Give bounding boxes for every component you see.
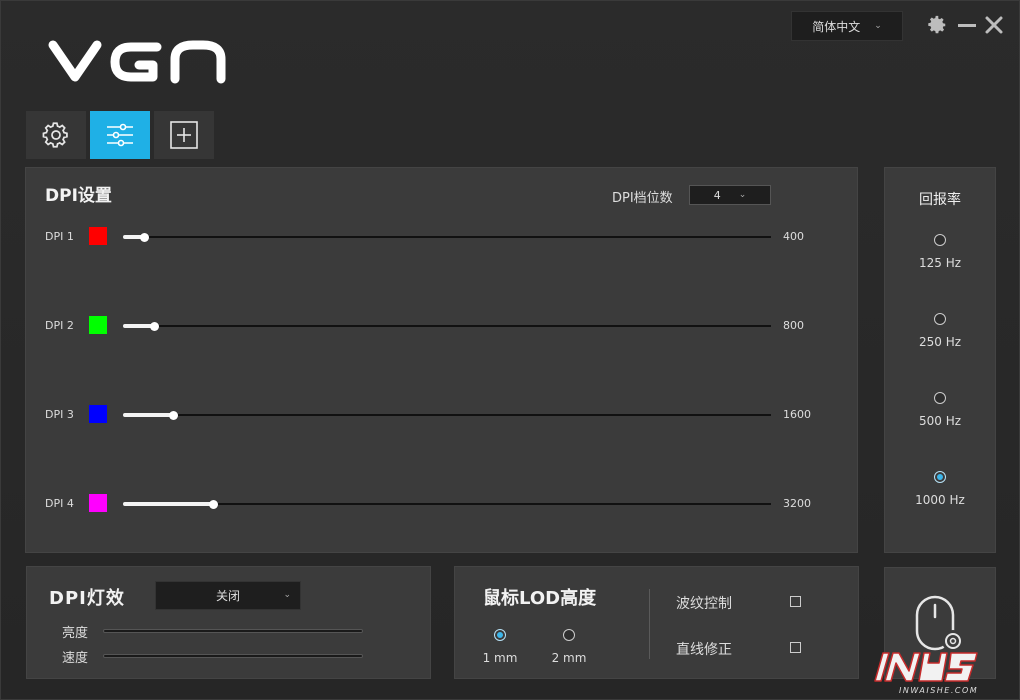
brightness-slider[interactable]	[103, 629, 363, 633]
radio-button[interactable]	[934, 313, 946, 325]
dpi-label: DPI 4	[45, 497, 74, 510]
chevron-down-icon: ⌄	[283, 590, 291, 600]
polling-rate-label: 500 Hz	[918, 414, 962, 428]
dpi-slider-thumb[interactable]	[209, 500, 218, 509]
dpi-value: 800	[783, 319, 804, 332]
tab-performance[interactable]	[90, 111, 150, 159]
dpi-row: DPI 1 400	[45, 227, 825, 247]
angle-snap-label: 直线修正	[676, 642, 732, 658]
dpi-count-label: DPI档位数	[612, 191, 673, 206]
polling-rate-label: 250 Hz	[918, 335, 962, 349]
polling-rate-title: 回报率	[919, 192, 961, 208]
dpi-row: DPI 3 1600	[45, 405, 825, 425]
dpi-row: DPI 4 3200	[45, 494, 825, 514]
dpi-slider-thumb[interactable]	[140, 233, 149, 242]
dpi-color-swatch[interactable]	[89, 316, 107, 334]
app-window: 简体中文 ⌄ DPI设置 DPI档位数 4 ⌄ DPI 1 400 DPI 2 …	[0, 0, 1020, 700]
tab-general-settings[interactable]	[26, 111, 86, 159]
lod-option[interactable]: 2 mm	[547, 629, 591, 666]
polling-rate-label: 125 Hz	[918, 256, 962, 270]
polling-rate-option[interactable]: 1000 Hz	[885, 471, 995, 508]
dpi-color-swatch[interactable]	[89, 227, 107, 245]
divider	[649, 589, 650, 659]
dpi-slider[interactable]	[123, 411, 771, 420]
radio-button[interactable]	[934, 471, 946, 483]
dpi-title: DPI设置	[45, 186, 112, 206]
dpi-value: 3200	[783, 497, 811, 510]
minimize-icon[interactable]	[955, 13, 979, 37]
sliders-icon	[107, 123, 133, 147]
light-effect-select[interactable]: 关闭 ⌄	[155, 581, 301, 610]
site-watermark: INWAISHE.COM	[874, 652, 978, 695]
tab-macro[interactable]	[154, 111, 214, 159]
vgn-logo	[48, 40, 226, 84]
polling-rate-option[interactable]: 125 Hz	[885, 234, 995, 271]
lod-option-label: 1 mm	[482, 651, 518, 665]
polling-rate-option[interactable]: 250 Hz	[885, 313, 995, 350]
radio-button[interactable]	[934, 392, 946, 404]
dpi-value: 400	[783, 230, 804, 243]
polling-rate-option[interactable]: 500 Hz	[885, 392, 995, 429]
dpi-slider[interactable]	[123, 500, 771, 509]
dpi-slider-thumb[interactable]	[150, 322, 159, 331]
dpi-row: DPI 2 800	[45, 316, 825, 336]
dpi-count-select[interactable]: 4 ⌄	[689, 185, 771, 205]
dpi-light-title: DPI灯效	[49, 588, 125, 609]
dpi-label: DPI 3	[45, 408, 74, 421]
radio-button[interactable]	[563, 629, 575, 641]
dpi-slider[interactable]	[123, 322, 771, 331]
radio-button[interactable]	[494, 629, 506, 641]
dpi-label: DPI 1	[45, 230, 74, 243]
chevron-down-icon: ⌄	[738, 190, 747, 200]
speed-label: 速度	[62, 651, 89, 666]
angle-snap-checkbox[interactable]	[790, 642, 801, 653]
light-effect-value: 关闭	[215, 589, 240, 603]
ripple-control-checkbox[interactable]	[790, 596, 801, 607]
watermark-text: INWAISHE.COM	[899, 686, 978, 695]
dpi-slider[interactable]	[123, 233, 771, 242]
dpi-color-swatch[interactable]	[89, 405, 107, 423]
lod-title: 鼠标LOD高度	[483, 588, 597, 609]
language-select[interactable]: 简体中文 ⌄	[791, 11, 903, 41]
chevron-down-icon: ⌄	[874, 21, 882, 31]
dpi-label: DPI 2	[45, 319, 74, 332]
lod-option[interactable]: 1 mm	[478, 629, 522, 666]
gear-icon	[42, 122, 68, 148]
dpi-value: 1600	[783, 408, 811, 421]
dpi-count-value: 4	[713, 188, 721, 202]
brightness-label: 亮度	[62, 626, 89, 641]
speed-slider[interactable]	[103, 654, 363, 658]
dpi-slider-thumb[interactable]	[169, 411, 178, 420]
ripple-control-label: 波纹控制	[676, 596, 732, 612]
close-icon[interactable]	[982, 13, 1006, 37]
lod-option-label: 2 mm	[551, 651, 587, 665]
dpi-color-swatch[interactable]	[89, 494, 107, 512]
dpi-slider-fill	[123, 413, 173, 417]
language-value: 简体中文	[812, 19, 861, 34]
polling-rate-label: 1000 Hz	[915, 493, 965, 507]
settings-gear-icon[interactable]	[925, 13, 949, 37]
dpi-slider-fill	[123, 502, 213, 506]
radio-button[interactable]	[934, 234, 946, 246]
plus-square-icon	[170, 121, 198, 149]
